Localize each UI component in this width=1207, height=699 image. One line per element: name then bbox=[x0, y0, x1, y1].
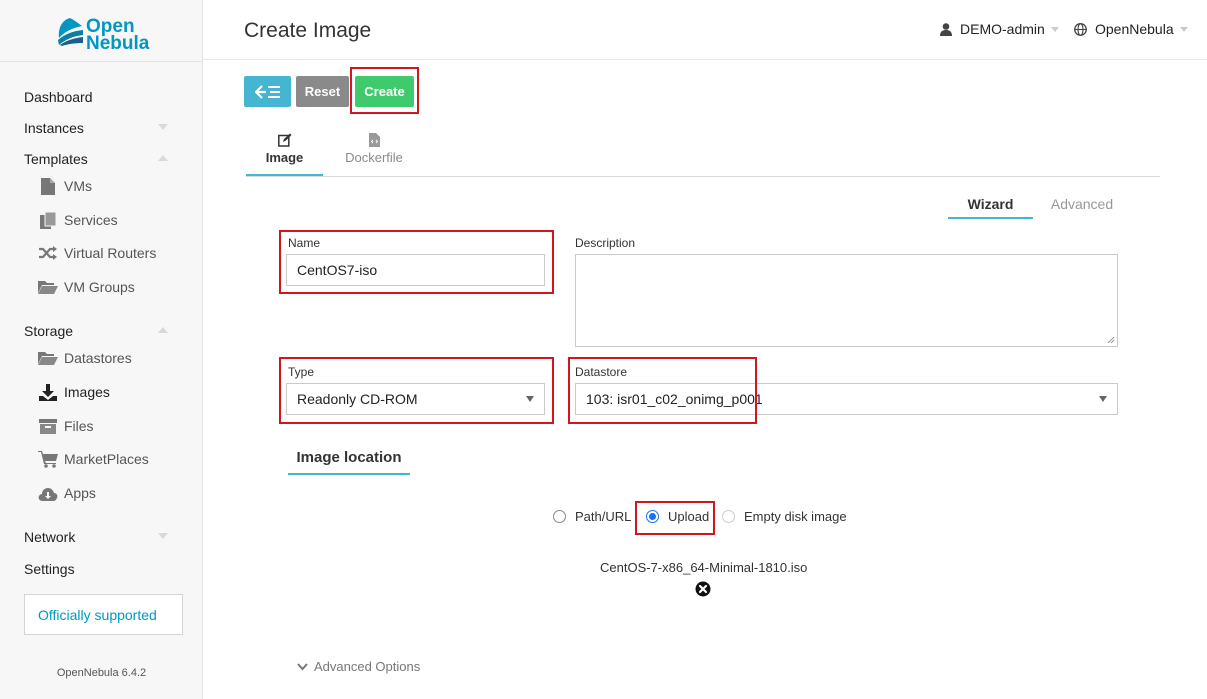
resize-handle-icon bbox=[1107, 336, 1115, 344]
sidebar-item-label: MarketPlaces bbox=[64, 451, 149, 467]
tab-image[interactable]: Image bbox=[246, 132, 323, 165]
zone-name: OpenNebula bbox=[1095, 21, 1174, 37]
officially-supported-link[interactable]: Officially supported bbox=[24, 594, 183, 635]
file-icon bbox=[38, 177, 58, 195]
radio-empty-disk[interactable]: Empty disk image bbox=[722, 509, 847, 524]
arrow-left-list-icon bbox=[254, 84, 280, 99]
radio-path-url[interactable]: Path/URL bbox=[553, 509, 631, 524]
folder-open-icon bbox=[38, 278, 58, 296]
sidebar-item-templates[interactable]: Templates bbox=[24, 151, 88, 167]
tab-advanced[interactable]: Advanced bbox=[1040, 196, 1124, 212]
radio-button[interactable] bbox=[722, 510, 735, 523]
radio-label: Empty disk image bbox=[744, 509, 847, 524]
tab-wizard[interactable]: Wizard bbox=[948, 196, 1033, 212]
cloud-download-icon bbox=[38, 484, 58, 502]
brand-line-2: Nebula bbox=[86, 33, 150, 54]
chevron-down-icon bbox=[1050, 26, 1059, 32]
reset-button[interactable]: Reset bbox=[296, 76, 349, 107]
zone-menu[interactable]: OpenNebula bbox=[1074, 21, 1188, 37]
user-menu[interactable]: DEMO-admin bbox=[940, 21, 1059, 37]
page-title: Create Image bbox=[244, 19, 372, 42]
shuffle-icon bbox=[38, 244, 58, 262]
chevron-down-icon[interactable] bbox=[158, 533, 168, 539]
chevron-up-icon[interactable] bbox=[158, 327, 168, 333]
version-label: OpenNebula 6.4.2 bbox=[56, 667, 147, 679]
sidebar-item-label: Apps bbox=[64, 485, 96, 501]
radio-label: Path/URL bbox=[575, 509, 632, 524]
create-highlight bbox=[350, 67, 419, 114]
chevron-down-icon bbox=[1099, 396, 1107, 402]
user-icon bbox=[940, 22, 952, 36]
description-textarea[interactable] bbox=[575, 254, 1118, 347]
shopping-cart-icon bbox=[38, 450, 58, 468]
datastore-highlight bbox=[568, 357, 757, 424]
tab-dockerfile[interactable]: Dockerfile bbox=[336, 132, 412, 165]
sidebar-item-services[interactable]: Services bbox=[38, 211, 118, 229]
sidebar-item-instances[interactable]: Instances bbox=[24, 120, 84, 136]
sidebar-item-vms[interactable]: VMs bbox=[38, 177, 92, 195]
sidebar-item-label: Images bbox=[64, 384, 110, 400]
globe-icon bbox=[1074, 22, 1087, 36]
tab-wizard-underline bbox=[948, 217, 1033, 219]
sidebar-item-vm-groups[interactable]: VM Groups bbox=[38, 278, 135, 296]
code-file-icon bbox=[368, 133, 380, 147]
description-label: Description bbox=[575, 236, 636, 250]
chevron-down-icon bbox=[1179, 26, 1188, 32]
sidebar-item-label: Files bbox=[64, 418, 94, 434]
image-location-title: Image location bbox=[296, 449, 402, 466]
archive-icon bbox=[38, 417, 58, 435]
download-icon bbox=[38, 383, 58, 401]
sidebar-item-apps[interactable]: Apps bbox=[38, 484, 96, 502]
type-highlight bbox=[279, 357, 554, 424]
folder-open-icon bbox=[38, 349, 58, 367]
sidebar-item-settings[interactable]: Settings bbox=[24, 561, 75, 577]
logo-icon bbox=[58, 18, 83, 46]
back-button[interactable] bbox=[244, 76, 291, 107]
radio-button[interactable] bbox=[553, 510, 566, 523]
upload-highlight bbox=[635, 501, 715, 535]
chevron-down-icon bbox=[297, 662, 308, 670]
sidebar-item-virtual-routers[interactable]: Virtual Routers bbox=[38, 244, 156, 262]
advanced-options-label: Advanced Options bbox=[314, 659, 421, 674]
sidebar-item-label: Virtual Routers bbox=[64, 245, 157, 261]
sidebar-item-network[interactable]: Network bbox=[24, 529, 75, 545]
tab-dockerfile-label: Dockerfile bbox=[345, 150, 403, 165]
chevron-up-icon[interactable] bbox=[158, 155, 168, 161]
user-name: DEMO-admin bbox=[960, 21, 1045, 37]
sidebar-item-label: Services bbox=[64, 212, 118, 228]
tab-image-label: Image bbox=[265, 150, 304, 165]
files-icon bbox=[38, 211, 58, 229]
upload-filename: CentOS-7-x86_64-Minimal-1810.iso bbox=[600, 560, 808, 575]
tabs-divider bbox=[246, 176, 1160, 177]
sidebar-item-label: VM Groups bbox=[64, 279, 135, 295]
sidebar-item-files[interactable]: Files bbox=[38, 417, 94, 435]
sidebar: Open Nebula Dashboard Instances Template… bbox=[0, 0, 203, 699]
name-highlight bbox=[279, 230, 554, 294]
sidebar-item-label: VMs bbox=[64, 178, 92, 194]
header: Create Image DEMO-admin OpenNebula bbox=[203, 0, 1207, 60]
image-location-underline bbox=[288, 473, 410, 475]
sidebar-item-datastores[interactable]: Datastores bbox=[38, 349, 132, 367]
sidebar-item-images[interactable]: Images bbox=[38, 383, 110, 401]
advanced-options-toggle[interactable]: Advanced Options bbox=[297, 659, 420, 674]
sidebar-item-storage[interactable]: Storage bbox=[24, 323, 73, 339]
sidebar-item-dashboard[interactable]: Dashboard bbox=[24, 89, 93, 105]
edit-icon bbox=[277, 133, 291, 147]
sidebar-item-label: Datastores bbox=[64, 350, 132, 366]
sidebar-item-marketplaces[interactable]: MarketPlaces bbox=[38, 450, 149, 468]
chevron-down-icon[interactable] bbox=[158, 124, 168, 130]
remove-file-icon[interactable] bbox=[695, 581, 711, 597]
opennebula-logo[interactable]: Open Nebula bbox=[0, 0, 203, 62]
